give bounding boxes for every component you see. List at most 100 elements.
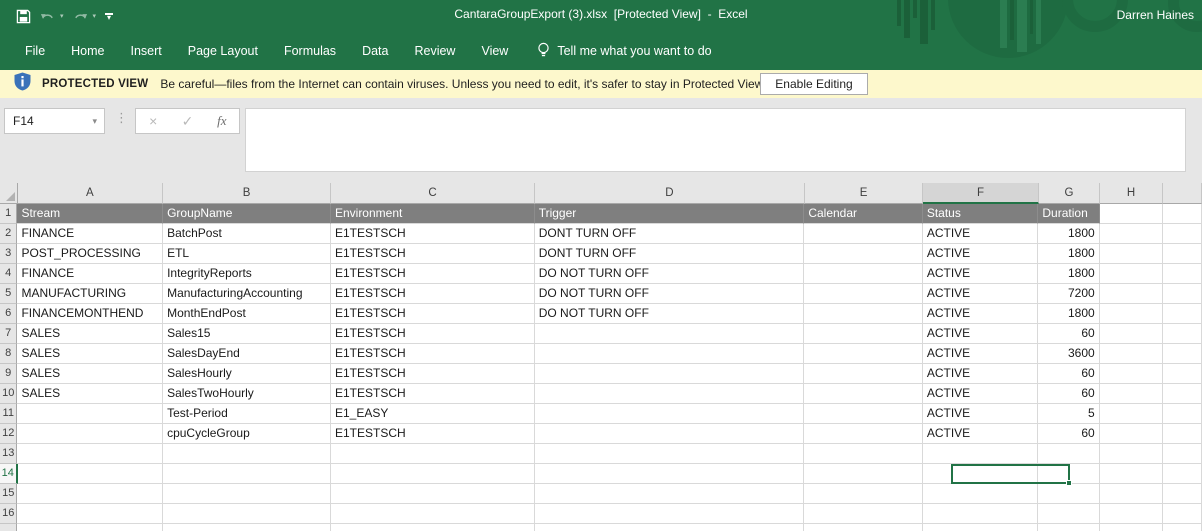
- cell-C14[interactable]: [331, 464, 535, 484]
- cell-E13[interactable]: [804, 444, 922, 464]
- cell-E1[interactable]: Calendar: [804, 204, 922, 224]
- row-header-7[interactable]: 7: [0, 324, 17, 344]
- cell-G3[interactable]: 1800: [1038, 244, 1099, 264]
- fill-handle[interactable]: [1066, 480, 1072, 486]
- cell-A15[interactable]: [17, 484, 163, 504]
- cell-E8[interactable]: [804, 344, 922, 364]
- cell-G7[interactable]: 60: [1038, 324, 1099, 344]
- cell-F7[interactable]: ACTIVE: [923, 324, 1039, 344]
- cell-B1[interactable]: GroupName: [163, 204, 331, 224]
- cell-A7[interactable]: SALES: [17, 324, 163, 344]
- cell-E16[interactable]: [804, 504, 922, 524]
- cell-A16[interactable]: [17, 504, 163, 524]
- cell-A6[interactable]: FINANCEMONTHEND: [17, 304, 163, 324]
- cell-G1[interactable]: Duration: [1038, 204, 1099, 224]
- cell-B5[interactable]: ManufacturingAccounting: [163, 284, 331, 304]
- row-header-13[interactable]: 13: [0, 444, 17, 464]
- cell-H11[interactable]: [1100, 404, 1163, 424]
- cell-E9[interactable]: [804, 364, 922, 384]
- cell-A11[interactable]: [17, 404, 163, 424]
- cell-E4[interactable]: [804, 264, 922, 284]
- cell-D1[interactable]: Trigger: [535, 204, 805, 224]
- row-header-16[interactable]: 16: [0, 504, 17, 524]
- cancel-icon[interactable]: ×: [139, 113, 167, 129]
- cell-E6[interactable]: [804, 304, 922, 324]
- cell-B13[interactable]: [163, 444, 331, 464]
- cell-B4[interactable]: IntegrityReports: [163, 264, 331, 284]
- cell-C15[interactable]: [331, 484, 535, 504]
- cell-G12[interactable]: 60: [1038, 424, 1099, 444]
- ribbon-tab-page-layout[interactable]: Page Layout: [175, 38, 271, 64]
- cell-B14[interactable]: [163, 464, 331, 484]
- cell-F1[interactable]: Status: [923, 204, 1039, 224]
- cell-B2[interactable]: BatchPost: [163, 224, 331, 244]
- cell-H8[interactable]: [1100, 344, 1163, 364]
- cell-C12[interactable]: E1TESTSCH: [331, 424, 535, 444]
- column-header-B[interactable]: B: [163, 183, 331, 204]
- cell-A12[interactable]: [17, 424, 163, 444]
- cell-D2[interactable]: DONT TURN OFF: [535, 224, 805, 244]
- cell-C5[interactable]: E1TESTSCH: [331, 284, 535, 304]
- cell-F4[interactable]: ACTIVE: [923, 264, 1039, 284]
- cell-A2[interactable]: FINANCE: [17, 224, 163, 244]
- row-header-12[interactable]: 12: [0, 424, 17, 444]
- cell-D4[interactable]: DO NOT TURN OFF: [535, 264, 805, 284]
- customize-quick-access-toolbar-icon[interactable]: ▾: [105, 13, 113, 20]
- select-all-button[interactable]: [0, 183, 18, 204]
- row-header-10[interactable]: 10: [0, 384, 17, 404]
- cell-G8[interactable]: 3600: [1038, 344, 1099, 364]
- cell-A13[interactable]: [17, 444, 163, 464]
- row-header-14[interactable]: 14: [0, 464, 18, 484]
- ribbon-tab-formulas[interactable]: Formulas: [271, 38, 349, 64]
- cell-G5[interactable]: 7200: [1038, 284, 1099, 304]
- row-header-3[interactable]: 3: [0, 244, 17, 264]
- row-header-9[interactable]: 9: [0, 364, 17, 384]
- cell-C1[interactable]: Environment: [331, 204, 535, 224]
- cell-D12[interactable]: [535, 424, 805, 444]
- undo-dropdown-icon[interactable]: ▾: [60, 12, 64, 20]
- cell-E2[interactable]: [804, 224, 922, 244]
- cell-G15[interactable]: [1038, 484, 1099, 504]
- cell-E11[interactable]: [804, 404, 922, 424]
- cell-A1[interactable]: Stream: [17, 204, 163, 224]
- cell-D8[interactable]: [535, 344, 805, 364]
- cell-H12[interactable]: [1100, 424, 1163, 444]
- enable-editing-button[interactable]: Enable Editing: [760, 73, 868, 95]
- redo-dropdown-icon[interactable]: ▾: [93, 12, 97, 20]
- cell-A5[interactable]: MANUFACTURING: [17, 284, 163, 304]
- cell-B6[interactable]: MonthEndPost: [163, 304, 331, 324]
- cell-G2[interactable]: 1800: [1038, 224, 1099, 244]
- name-box-dropdown-icon[interactable]: ▾: [92, 116, 104, 127]
- column-header-F[interactable]: F: [923, 183, 1039, 204]
- ribbon-tab-data[interactable]: Data: [349, 38, 401, 64]
- cell-D7[interactable]: [535, 324, 805, 344]
- enter-icon[interactable]: ✓: [173, 113, 201, 130]
- cell-C13[interactable]: [331, 444, 535, 464]
- ribbon-tab-review[interactable]: Review: [401, 38, 468, 64]
- cell-G10[interactable]: 60: [1038, 384, 1099, 404]
- cell-G9[interactable]: 60: [1038, 364, 1099, 384]
- insert-function-icon[interactable]: fx: [208, 113, 236, 129]
- cell-G16[interactable]: [1038, 504, 1099, 524]
- formula-bar-input[interactable]: [245, 108, 1186, 172]
- row-header-8[interactable]: 8: [0, 344, 17, 364]
- row-header-6[interactable]: 6: [0, 304, 17, 324]
- cell-F10[interactable]: ACTIVE: [923, 384, 1039, 404]
- cell-E5[interactable]: [804, 284, 922, 304]
- row-header-5[interactable]: 5: [0, 284, 17, 304]
- cell-C11[interactable]: E1_EASY: [331, 404, 535, 424]
- cell-C8[interactable]: E1TESTSCH: [331, 344, 535, 364]
- ribbon-tab-home[interactable]: Home: [58, 38, 117, 64]
- cell-B11[interactable]: Test-Period: [163, 404, 331, 424]
- cell-C10[interactable]: E1TESTSCH: [331, 384, 535, 404]
- cell-C7[interactable]: E1TESTSCH: [331, 324, 535, 344]
- cell-H3[interactable]: [1100, 244, 1163, 264]
- cell-C3[interactable]: E1TESTSCH: [331, 244, 535, 264]
- tell-me-box[interactable]: Tell me what you want to do: [537, 42, 711, 61]
- cell-H13[interactable]: [1100, 444, 1163, 464]
- cell-A10[interactable]: SALES: [17, 384, 163, 404]
- column-header-E[interactable]: E: [805, 183, 923, 204]
- column-header-G[interactable]: G: [1039, 183, 1100, 204]
- cell-B12[interactable]: cpuCycleGroup: [163, 424, 331, 444]
- cell-F15[interactable]: [923, 484, 1039, 504]
